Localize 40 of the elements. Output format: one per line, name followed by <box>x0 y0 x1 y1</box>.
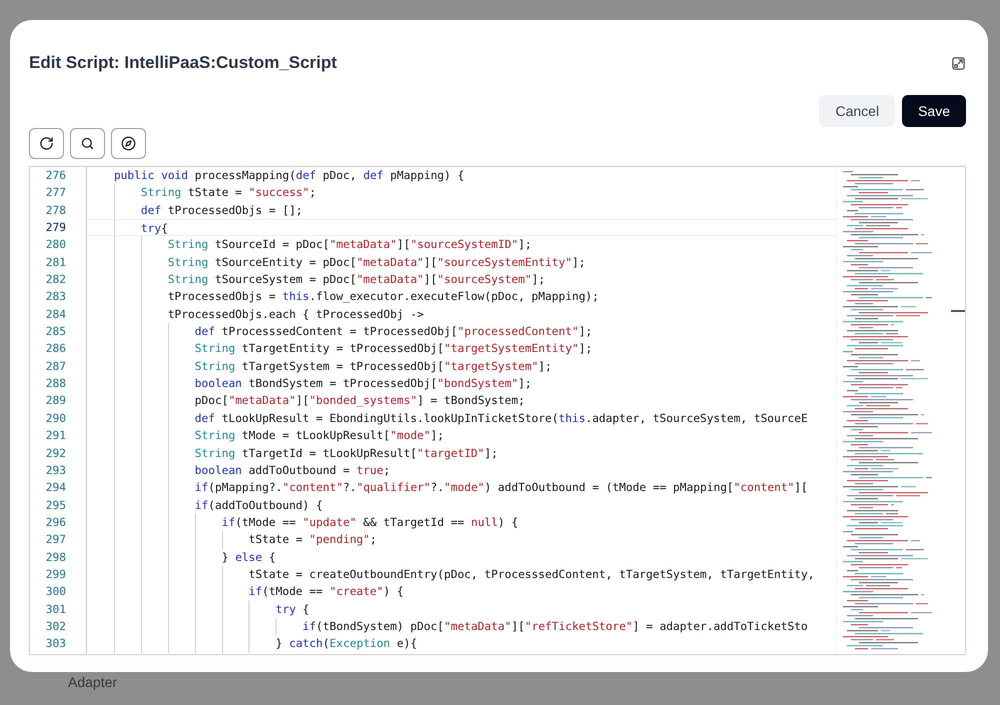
refresh-button[interactable] <box>29 128 64 159</box>
line-number: 296 <box>30 514 87 532</box>
search-button[interactable] <box>70 128 105 159</box>
line-number: 289 <box>30 392 87 410</box>
compass-button[interactable] <box>111 128 146 159</box>
line-number: 280 <box>30 236 87 254</box>
line-number: 276 <box>30 167 87 184</box>
line-number: 283 <box>30 288 87 306</box>
line-number: 288 <box>30 375 87 392</box>
background-label: Adapter <box>68 674 118 690</box>
line-number: 279 <box>30 219 87 236</box>
line-number: 297 <box>30 531 87 549</box>
line-number: 282 <box>30 271 87 288</box>
line-number: 291 <box>30 427 87 444</box>
line-number: 300 <box>30 583 87 601</box>
line-number: 301 <box>30 600 87 618</box>
line-number: 277 <box>30 184 87 202</box>
save-button[interactable]: Save <box>902 95 966 127</box>
line-number: 278 <box>30 202 87 220</box>
line-number: 287 <box>30 358 87 376</box>
line-number: 298 <box>30 548 87 566</box>
compass-icon <box>121 136 136 151</box>
line-number: 285 <box>30 323 87 340</box>
scroll-position-marker <box>951 310 965 312</box>
line-number: 293 <box>30 462 87 480</box>
cancel-button[interactable]: Cancel <box>819 95 896 127</box>
line-number: 302 <box>30 618 87 636</box>
line-number: 286 <box>30 340 87 358</box>
line-number: 284 <box>30 306 87 324</box>
dialog-title: Edit Script: IntelliPaaS:Custom_Script <box>29 53 337 73</box>
line-number: 292 <box>30 444 87 462</box>
line-number: 281 <box>30 254 87 272</box>
search-icon <box>80 136 95 151</box>
refresh-icon <box>39 136 54 151</box>
line-number: 295 <box>30 496 87 514</box>
line-number: 294 <box>30 479 87 497</box>
line-number: 299 <box>30 566 87 584</box>
line-number: 290 <box>30 410 87 428</box>
expand-icon[interactable] <box>951 56 966 70</box>
line-number: 303 <box>30 635 87 653</box>
